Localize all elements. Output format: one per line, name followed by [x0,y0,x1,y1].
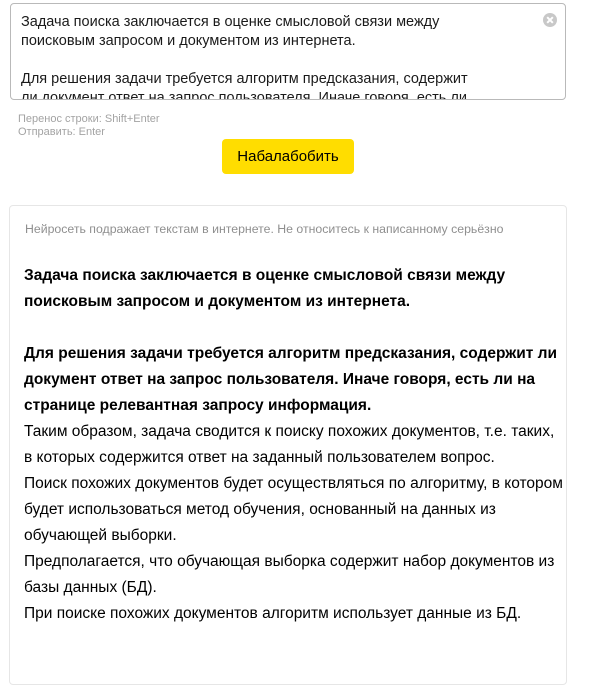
result-bold-paragraph-1: Задача поиска заключается в оценке смысл… [24,267,506,310]
result-paragraph-3: Таким образом, задача сводится к поиску … [24,423,555,466]
result-paragraph-5: Предполагается, что обучающая выборка со… [24,553,555,596]
prompt-input[interactable]: Задача поиска заключается в оценке смысл… [10,3,566,100]
newline-hint: Перенос строки: Shift+Enter [18,113,160,125]
prompt-line-2: поисковым запросом и документом из интер… [21,33,356,49]
disclaimer-text: Нейросеть подражает текстам в интернете.… [25,222,504,236]
clear-icon[interactable] [543,13,557,27]
result-text: Задача поиска заключается в оценке смысл… [24,263,564,627]
result-paragraph-6: При поиске похожих документов алгоритм и… [24,605,522,622]
prompt-line-3: Для решения задачи требуется алгоритм пр… [21,71,468,87]
result-panel: Нейросеть подражает текстам в интернете.… [9,205,567,685]
result-paragraph-4: Поиск похожих документов будет осуществл… [24,475,563,544]
prompt-line-1: Задача поиска заключается в оценке смысл… [21,14,440,30]
send-hint: Отправить: Enter [18,126,105,138]
result-bold-paragraph-2: Для решения задачи требуется алгоритм пр… [24,345,558,414]
submit-button[interactable]: Набалабобить [222,139,354,174]
prompt-text[interactable]: Задача поиска заключается в оценке смысл… [21,13,511,100]
prompt-line-4: ли документ ответ на запрос пользователя… [21,90,467,100]
